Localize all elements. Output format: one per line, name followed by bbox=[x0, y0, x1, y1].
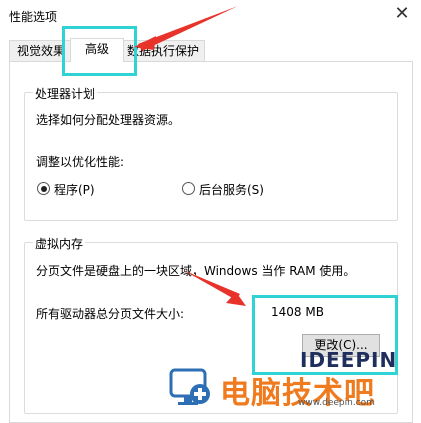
watermark: IDEEPIN 电脑技术吧 www.deepin.com bbox=[168, 348, 421, 416]
tab-advanced[interactable]: 高级 bbox=[70, 38, 124, 62]
watermark-subtext: www.deepin.com bbox=[298, 398, 375, 408]
arrow-to-paging-size bbox=[183, 270, 240, 300]
watermark-logo-icon bbox=[169, 368, 210, 405]
arrow-head-advanced-tab bbox=[134, 36, 156, 50]
